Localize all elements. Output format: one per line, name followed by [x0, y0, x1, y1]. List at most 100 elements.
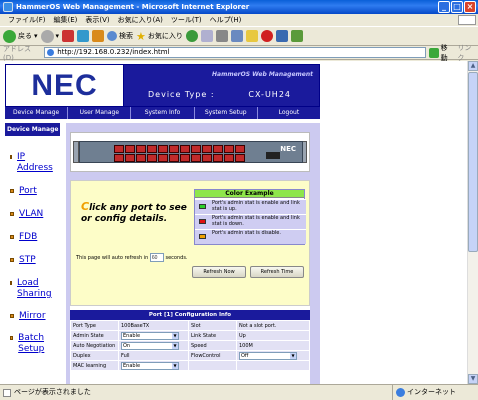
switch-panel: NEC [70, 132, 310, 172]
block-icon[interactable] [260, 30, 273, 42]
menu-favorites[interactable]: お気に入り(A) [114, 14, 167, 26]
sidebar-link-port[interactable]: Port [19, 186, 37, 197]
edit-icon[interactable] [230, 30, 243, 42]
switch-port[interactable] [213, 145, 223, 153]
main-panel: NEC Click any port to see or config deta… [66, 123, 320, 384]
config-value: Up [236, 330, 310, 341]
admin-state-select[interactable]: Enable ▼ [121, 331, 179, 340]
switch-port[interactable] [147, 154, 157, 162]
mail-icon[interactable] [200, 30, 213, 42]
switch-port[interactable] [180, 154, 190, 162]
switch-port[interactable] [158, 154, 168, 162]
auto-negotiation-select[interactable]: On ▼ [121, 341, 179, 350]
nav-system-info[interactable]: System Info [131, 107, 195, 119]
switch-port[interactable] [136, 154, 146, 162]
sidebar-link-vlan[interactable]: VLAN [19, 209, 43, 220]
sidebar-item-mirror[interactable]: Mirror [10, 311, 46, 322]
switch-port[interactable] [202, 145, 212, 153]
config-value [236, 360, 310, 371]
flow-control-select[interactable]: Off ▼ [239, 351, 297, 360]
switch-port[interactable] [235, 145, 245, 153]
minimize-button[interactable]: _ [438, 1, 450, 13]
switch-port[interactable] [180, 145, 190, 153]
refresh-time-button[interactable]: Refresh Time [250, 266, 304, 278]
menu-edit[interactable]: 編集(E) [50, 14, 82, 26]
refresh-icon[interactable] [77, 30, 90, 42]
switch-port[interactable] [224, 145, 234, 153]
address-input[interactable]: http://192.168.0.232/index.html [44, 47, 426, 58]
switch-port[interactable] [158, 145, 168, 153]
status-bar: ページが表示されました インターネット [0, 384, 478, 400]
switch-port[interactable] [224, 154, 234, 162]
switch-port[interactable] [235, 154, 245, 162]
sidebar-link-batch-setup[interactable]: Batch Setup [18, 333, 50, 355]
switch-port[interactable] [169, 154, 179, 162]
menu-help[interactable]: ヘルプ(H) [206, 14, 246, 26]
go-button[interactable]: 移動 [428, 43, 455, 63]
sidebar-item-vlan[interactable]: VLAN [10, 209, 43, 220]
flow-control-value: Off [241, 352, 249, 359]
sidebar-link-load-sharing[interactable]: Load Sharing [17, 278, 52, 300]
refresh-now-button[interactable]: Refresh Now [192, 266, 246, 278]
table-row: Port Type 100BaseTX Slot Not a slot port… [70, 320, 310, 331]
menu-file[interactable]: ファイル(F) [4, 14, 50, 26]
print-icon[interactable] [215, 30, 228, 42]
vertical-scrollbar[interactable]: ▲ ▼ [467, 61, 478, 384]
menu-tools[interactable]: ツール(T) [167, 14, 206, 26]
sidebar-item-port[interactable]: Port [10, 186, 37, 197]
sidebar-item-ip-address[interactable]: IP Address [10, 152, 53, 174]
address-url: http://192.168.0.232/index.html [57, 48, 170, 56]
sidebar-item-load-sharing[interactable]: Load Sharing [10, 278, 52, 300]
sidebar-item-fdb[interactable]: FDB [10, 232, 37, 243]
back-button[interactable]: 戻る ▾ [3, 28, 38, 44]
switch-port[interactable] [125, 154, 135, 162]
links-button[interactable]: リンク [457, 43, 478, 63]
legend-row-down: Port's admin stat is enable and link sta… [195, 214, 306, 229]
sidebar: Device Manage IP Address Port VLAN FDB S… [5, 123, 60, 384]
mac-learning-select[interactable]: Enable ▼ [121, 361, 179, 370]
close-button[interactable]: × [464, 1, 476, 13]
scroll-down-icon[interactable]: ▼ [468, 374, 478, 384]
forward-button[interactable]: ▾ [40, 28, 59, 44]
legend-title: Color Example [195, 190, 304, 198]
mac-learning-value: Enable [123, 362, 141, 369]
refresh-seconds-input[interactable] [149, 253, 164, 262]
sidebar-link-mirror[interactable]: Mirror [19, 311, 46, 322]
stop-icon[interactable] [62, 30, 75, 42]
home-icon[interactable] [92, 30, 105, 42]
maximize-button[interactable]: □ [451, 1, 463, 13]
switch-port[interactable] [169, 145, 179, 153]
switch-port[interactable] [213, 154, 223, 162]
banner-info: HammerOS Web Management Device Type : CX… [124, 65, 319, 106]
switch-port[interactable] [114, 154, 124, 162]
switch-port[interactable] [125, 145, 135, 153]
scroll-thumb[interactable] [468, 72, 478, 252]
switch-port[interactable] [114, 145, 124, 153]
switch-port[interactable] [147, 145, 157, 153]
nav-user-manage[interactable]: User Manage [68, 107, 132, 119]
sidebar-link-ip-address[interactable]: IP Address [17, 152, 53, 174]
nav-system-setup[interactable]: System Setup [195, 107, 258, 119]
research-icon[interactable] [290, 30, 303, 42]
sidebar-link-stp[interactable]: STP [19, 255, 36, 266]
sidebar-item-stp[interactable]: STP [10, 255, 36, 266]
address-bar: アドレス(D) http://192.168.0.232/index.html … [0, 43, 478, 63]
history-icon[interactable] [185, 30, 198, 42]
sidebar-link-fdb[interactable]: FDB [19, 232, 37, 243]
search-button[interactable]: 検索 [107, 28, 133, 44]
back-label: 戻る [18, 32, 32, 40]
switch-port[interactable] [191, 145, 201, 153]
nav-logout[interactable]: Logout [258, 107, 320, 119]
favorites-button[interactable]: ★ お気に入り [136, 28, 183, 44]
messenger-icon[interactable] [275, 30, 288, 42]
nav-device-manage[interactable]: Device Manage [5, 107, 69, 119]
scroll-up-icon[interactable]: ▲ [468, 61, 478, 71]
sidebar-item-batch-setup[interactable]: Batch Setup [10, 333, 50, 355]
switch-port[interactable] [191, 154, 201, 162]
config-key: MAC learning [70, 360, 119, 371]
folder-icon[interactable] [245, 30, 258, 42]
switch-port[interactable] [136, 145, 146, 153]
nec-logo: NEC [6, 65, 124, 106]
switch-port[interactable] [202, 154, 212, 162]
menu-view[interactable]: 表示(V) [81, 14, 113, 26]
